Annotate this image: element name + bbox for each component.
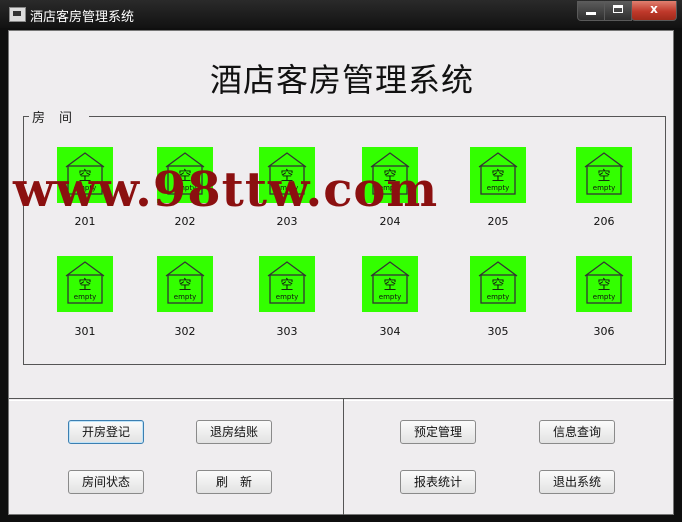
room-status-label: empty [593, 293, 615, 301]
page-title: 酒店客房管理系统 [209, 61, 474, 99]
house-icon: 空empty [584, 261, 624, 304]
close-icon: x [650, 2, 658, 16]
divider-highlight [9, 400, 673, 401]
room-number-label: 302 [174, 325, 196, 338]
house-icon: 空empty [165, 261, 205, 304]
room-status-char: 空 [280, 278, 293, 293]
checkin-button[interactable]: 开房登记 [68, 420, 144, 444]
divider [9, 398, 673, 399]
room-status-char: 空 [178, 278, 191, 293]
room-groupbox [23, 116, 666, 365]
room-306-tile[interactable]: 空 empty [576, 256, 632, 312]
room-groupbox-title: 房间 [29, 107, 90, 126]
room-status-char: 空 [597, 278, 610, 293]
exit-button[interactable]: 退出系统 [539, 470, 615, 494]
room-status-label: empty [174, 293, 196, 301]
house-icon: 空empty [370, 261, 410, 304]
divider-vertical [343, 399, 344, 515]
room-number-label: 305 [487, 325, 509, 338]
room-302-tile[interactable]: 空 empty [157, 256, 213, 312]
room-305-tile[interactable]: 空 empty [470, 256, 526, 312]
window-title: 酒店客房管理系统 [30, 10, 135, 25]
room-number-label: 304 [379, 325, 401, 338]
house-icon: 空empty [65, 261, 105, 304]
close-button[interactable]: x [631, 1, 677, 21]
room-301-tile[interactable]: 空 empty [57, 256, 113, 312]
main-panel: 酒店客房管理系统 房间 空 empty 201 空 empty 202 空 empty 203 空… [8, 30, 674, 515]
title-bar[interactable]: 酒店客房管理系统 x [0, 0, 682, 28]
room-number-label: 306 [593, 325, 615, 338]
room-303-tile[interactable]: 空 empty [259, 256, 315, 312]
room-304-tile[interactable]: 空 empty [362, 256, 418, 312]
maximize-button[interactable] [604, 1, 632, 21]
minimize-button[interactable] [577, 1, 605, 21]
room-status-label: empty [379, 293, 401, 301]
room-number-label: 301 [74, 325, 96, 338]
maximize-icon [613, 5, 623, 13]
room-number-label: 303 [276, 325, 298, 338]
room-status-char: 空 [383, 278, 396, 293]
minimize-icon [586, 12, 596, 15]
refresh-button[interactable]: 刷 新 [196, 470, 272, 494]
reservation-button[interactable]: 预定管理 [400, 420, 476, 444]
room-status-label: empty [276, 293, 298, 301]
info-query-button[interactable]: 信息查询 [539, 420, 615, 444]
house-icon: 空empty [267, 261, 307, 304]
watermark-text: www.98ttw.com [13, 162, 439, 218]
report-button[interactable]: 报表统计 [400, 470, 476, 494]
room-status-char: 空 [491, 278, 504, 293]
room-status-label: empty [74, 293, 96, 301]
app-window: 酒店客房管理系统 x 酒店客房管理系统 房间 空 empty 201 空 empty 20… [0, 0, 682, 522]
checkout-button[interactable]: 退房结账 [196, 420, 272, 444]
room-status-char: 空 [78, 278, 91, 293]
app-icon [9, 7, 26, 22]
room-status-button[interactable]: 房间状态 [68, 470, 144, 494]
house-icon: 空empty [478, 261, 518, 304]
room-status-label: empty [487, 293, 509, 301]
